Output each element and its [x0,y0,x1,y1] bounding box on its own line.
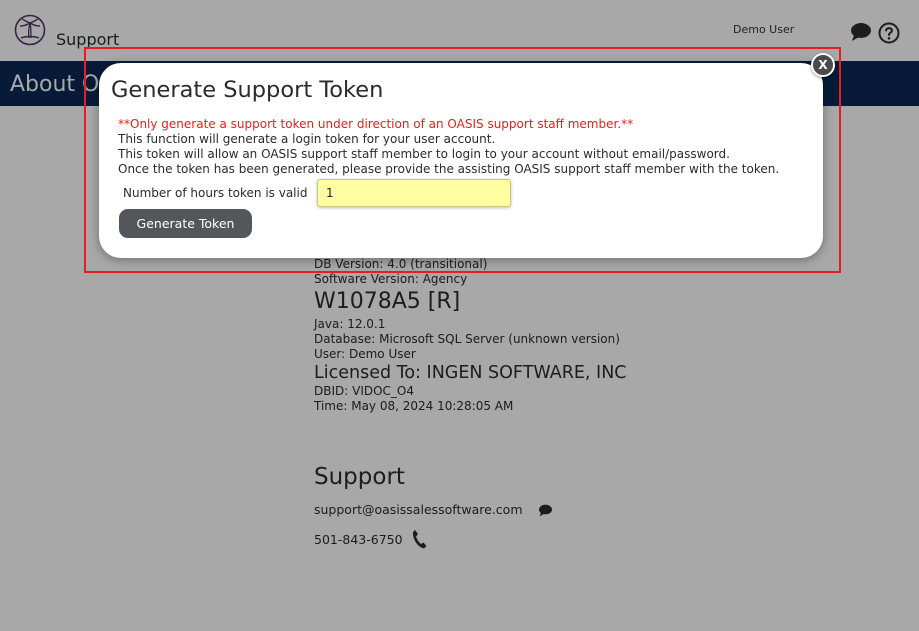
highlight-frame [84,47,841,273]
